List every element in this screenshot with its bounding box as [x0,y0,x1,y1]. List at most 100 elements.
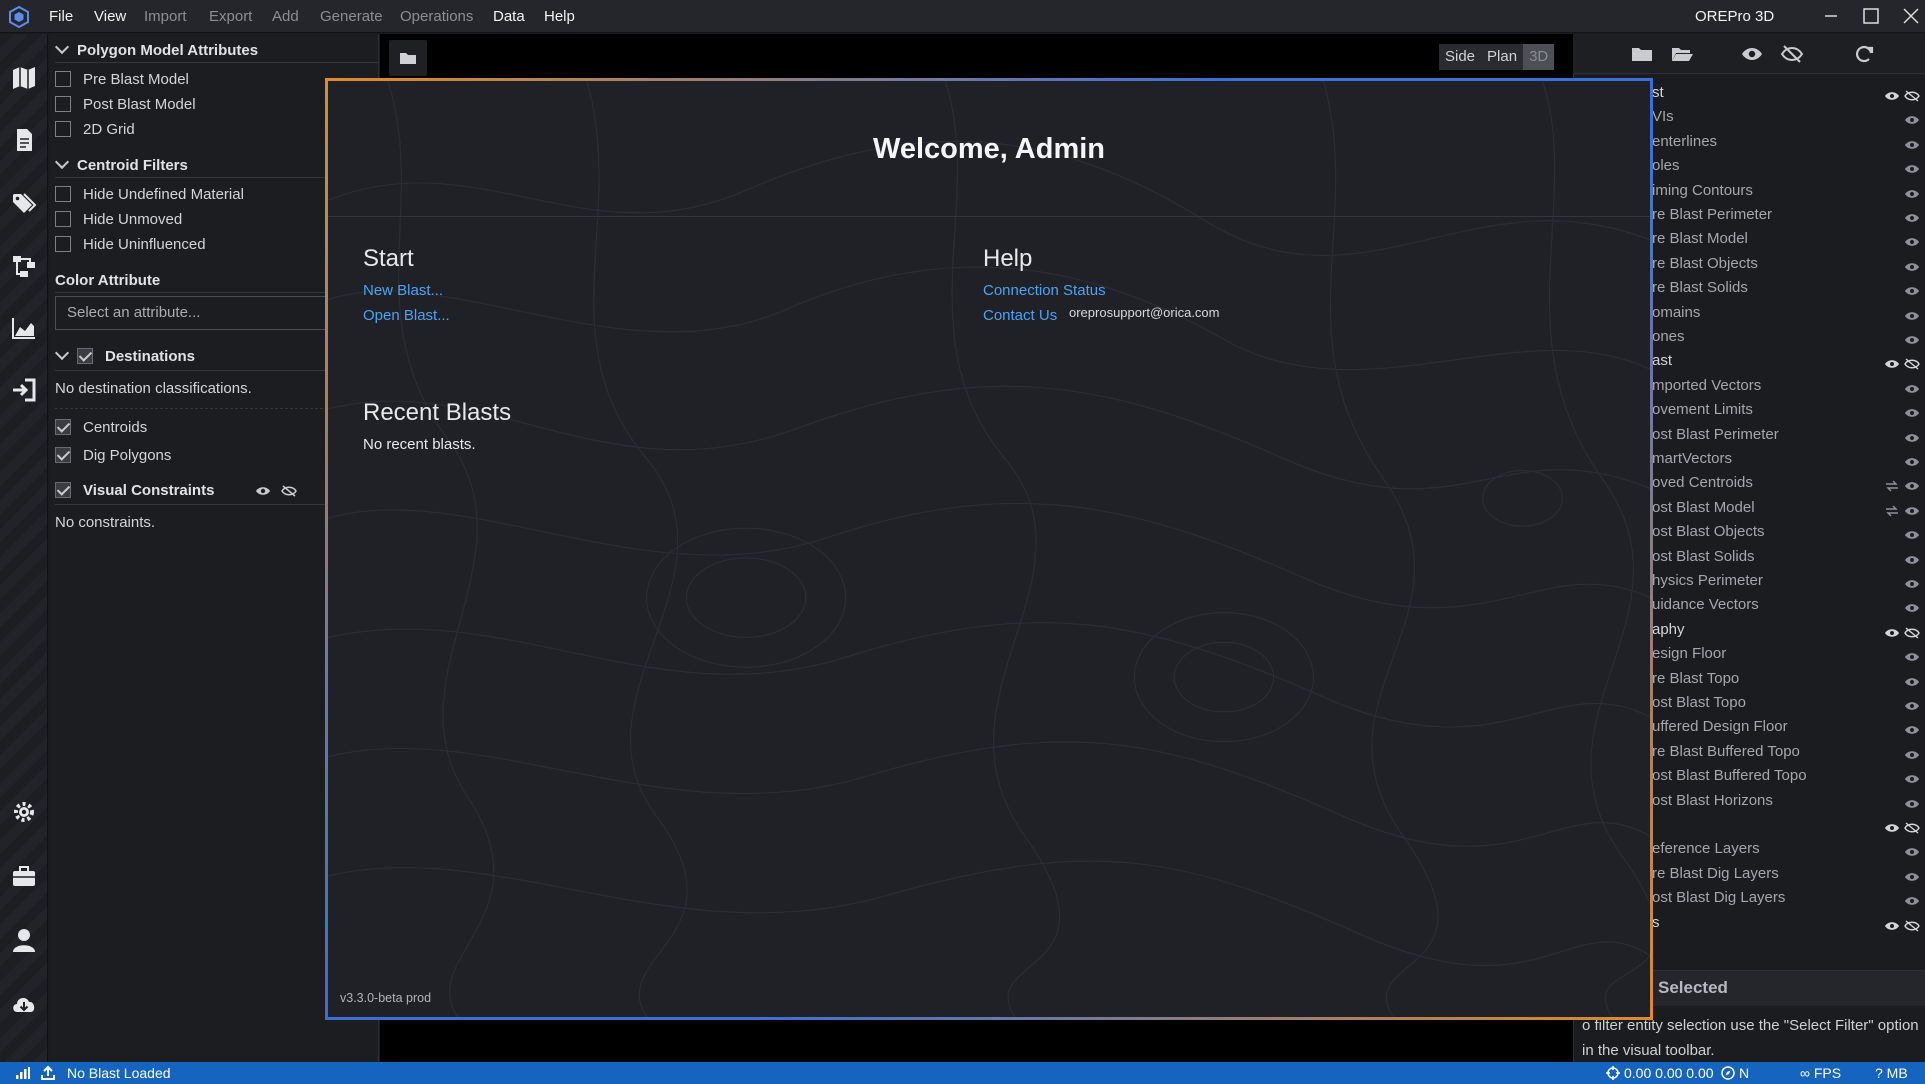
layer-item[interactable]: ost Blast Topo [1652,694,1746,711]
layer-item[interactable]: martVectors [1652,450,1732,467]
settings-icon[interactable] [10,798,38,826]
checkbox-box[interactable] [55,419,71,436]
2d-grid-checkbox[interactable]: 2D Grid [55,120,135,140]
eye-icon[interactable] [1904,650,1920,662]
eye-icon[interactable] [1904,797,1920,809]
layer-item[interactable]: hysics Perimeter [1652,572,1763,589]
menu-export[interactable]: Export [209,0,252,33]
eye-icon[interactable] [1904,845,1920,857]
layer-item[interactable]: ost Blast Horizons [1652,792,1773,809]
layer-item[interactable]: ost Blast Objects [1652,523,1765,540]
post-blast-model-checkbox[interactable]: Post Blast Model [55,95,196,115]
view-plan-button[interactable]: Plan [1481,44,1523,70]
eye-icon[interactable] [1904,406,1920,418]
eye-off-icon[interactable] [281,484,297,498]
layer-item[interactable]: omains [1652,304,1700,321]
eye-icon[interactable] [1904,455,1920,467]
eye-icon[interactable] [1904,333,1920,345]
open-blast-link[interactable]: Open Blast... [363,307,450,324]
new-blast-link[interactable]: New Blast... [363,282,443,299]
layer-item[interactable]: re Blast Buffered Topo [1652,743,1800,760]
eye-icon[interactable] [1904,504,1920,516]
maximize-icon[interactable] [1859,4,1883,28]
centroids-checkbox[interactable]: Centroids [55,418,147,438]
layer-item[interactable]: oved Centroids [1652,474,1753,491]
eye-icon[interactable] [1904,382,1920,394]
menu-operations[interactable]: Operations [400,0,473,33]
eye-icon[interactable] [1884,919,1900,931]
eye-icon[interactable] [1904,601,1920,613]
toolbox-icon[interactable] [10,862,38,890]
layer-item[interactable]: re Blast Solids [1652,279,1748,296]
destinations-header[interactable]: Destinations [54,345,195,365]
eye-icon[interactable] [1904,699,1920,711]
swap-icon[interactable] [1884,479,1900,492]
eye-icon[interactable] [1904,138,1920,150]
show-all-icon[interactable] [1740,44,1764,64]
close-icon[interactable] [1899,4,1923,28]
hide-uninfluenced-checkbox[interactable]: Hide Uninfluenced [55,235,206,255]
eye-icon[interactable] [1904,260,1920,272]
eye-icon[interactable] [1904,894,1920,906]
view-3d-button[interactable]: 3D [1523,44,1555,70]
eye-icon[interactable] [1904,528,1920,540]
layer-item[interactable]: ones [1652,328,1685,345]
eye-icon[interactable] [255,484,271,498]
eye-icon[interactable] [1904,431,1920,443]
chart-icon[interactable] [10,314,38,342]
eye-icon[interactable] [1884,626,1900,638]
eye-off-icon[interactable] [1904,919,1920,932]
layer-item[interactable]: eference Layers [1652,840,1760,857]
layer-item[interactable]: ost Blast Model [1652,499,1755,516]
contact-us-link[interactable]: Contact Us [983,307,1057,324]
menu-data[interactable]: Data [493,0,525,33]
sign-in-icon[interactable] [10,376,38,404]
eye-icon[interactable] [1904,577,1920,589]
open-folder-button[interactable] [389,40,427,76]
eye-off-icon[interactable] [1904,357,1920,370]
layer-item[interactable]: esign Floor [1652,645,1726,662]
eye-icon[interactable] [1904,113,1920,125]
menu-add[interactable]: Add [272,0,299,33]
layer-item[interactable]: oles [1652,157,1680,174]
eye-icon[interactable] [1904,284,1920,296]
eye-icon[interactable] [1884,357,1900,369]
destinations-checkbox[interactable] [77,348,93,365]
eye-off-icon[interactable] [1904,89,1920,102]
eye-icon[interactable] [1904,235,1920,247]
layer-item[interactable]: mported Vectors [1652,377,1761,394]
pre-blast-model-checkbox[interactable]: Pre Blast Model [55,70,189,90]
checkbox-box[interactable] [55,121,71,138]
menu-generate[interactable]: Generate [320,0,383,33]
folder-open-icon[interactable] [1670,44,1694,64]
eye-icon[interactable] [1904,211,1920,223]
layer-item[interactable]: uffered Design Floor [1652,718,1788,735]
eye-icon[interactable] [1904,772,1920,784]
hide-all-icon[interactable] [1780,44,1804,64]
layer-item[interactable]: re Blast Perimeter [1652,206,1772,223]
layer-item[interactable]: enterlines [1652,133,1717,150]
hide-unmoved-checkbox[interactable]: Hide Unmoved [55,210,182,230]
layer-group[interactable]: s [1652,914,1660,931]
folder-icon[interactable] [1630,44,1654,64]
layer-group[interactable]: ast [1652,352,1672,369]
checkbox-box[interactable] [55,236,71,253]
eye-icon[interactable] [1884,89,1900,101]
layer-item[interactable]: ost Blast Buffered Topo [1652,767,1807,784]
centroid-filters-header[interactable]: Centroid Filters [54,154,188,174]
map-icon[interactable] [10,64,38,92]
layer-item[interactable]: ovement Limits [1652,401,1753,418]
layer-item[interactable]: ost Blast Perimeter [1652,426,1779,443]
layer-item[interactable]: VIs [1652,108,1674,125]
menu-file[interactable]: File [49,0,73,33]
menu-view[interactable]: View [94,0,126,33]
connection-status-link[interactable]: Connection Status [983,282,1106,299]
upload-icon[interactable] [41,1065,55,1081]
eye-icon[interactable] [1884,821,1900,833]
tags-icon[interactable] [10,189,38,217]
eye-icon[interactable] [1904,748,1920,760]
eye-icon[interactable] [1904,553,1920,565]
polygon-model-header[interactable]: Polygon Model Attributes [54,39,258,59]
eye-icon[interactable] [1904,723,1920,735]
layer-item[interactable]: re Blast Topo [1652,670,1739,687]
